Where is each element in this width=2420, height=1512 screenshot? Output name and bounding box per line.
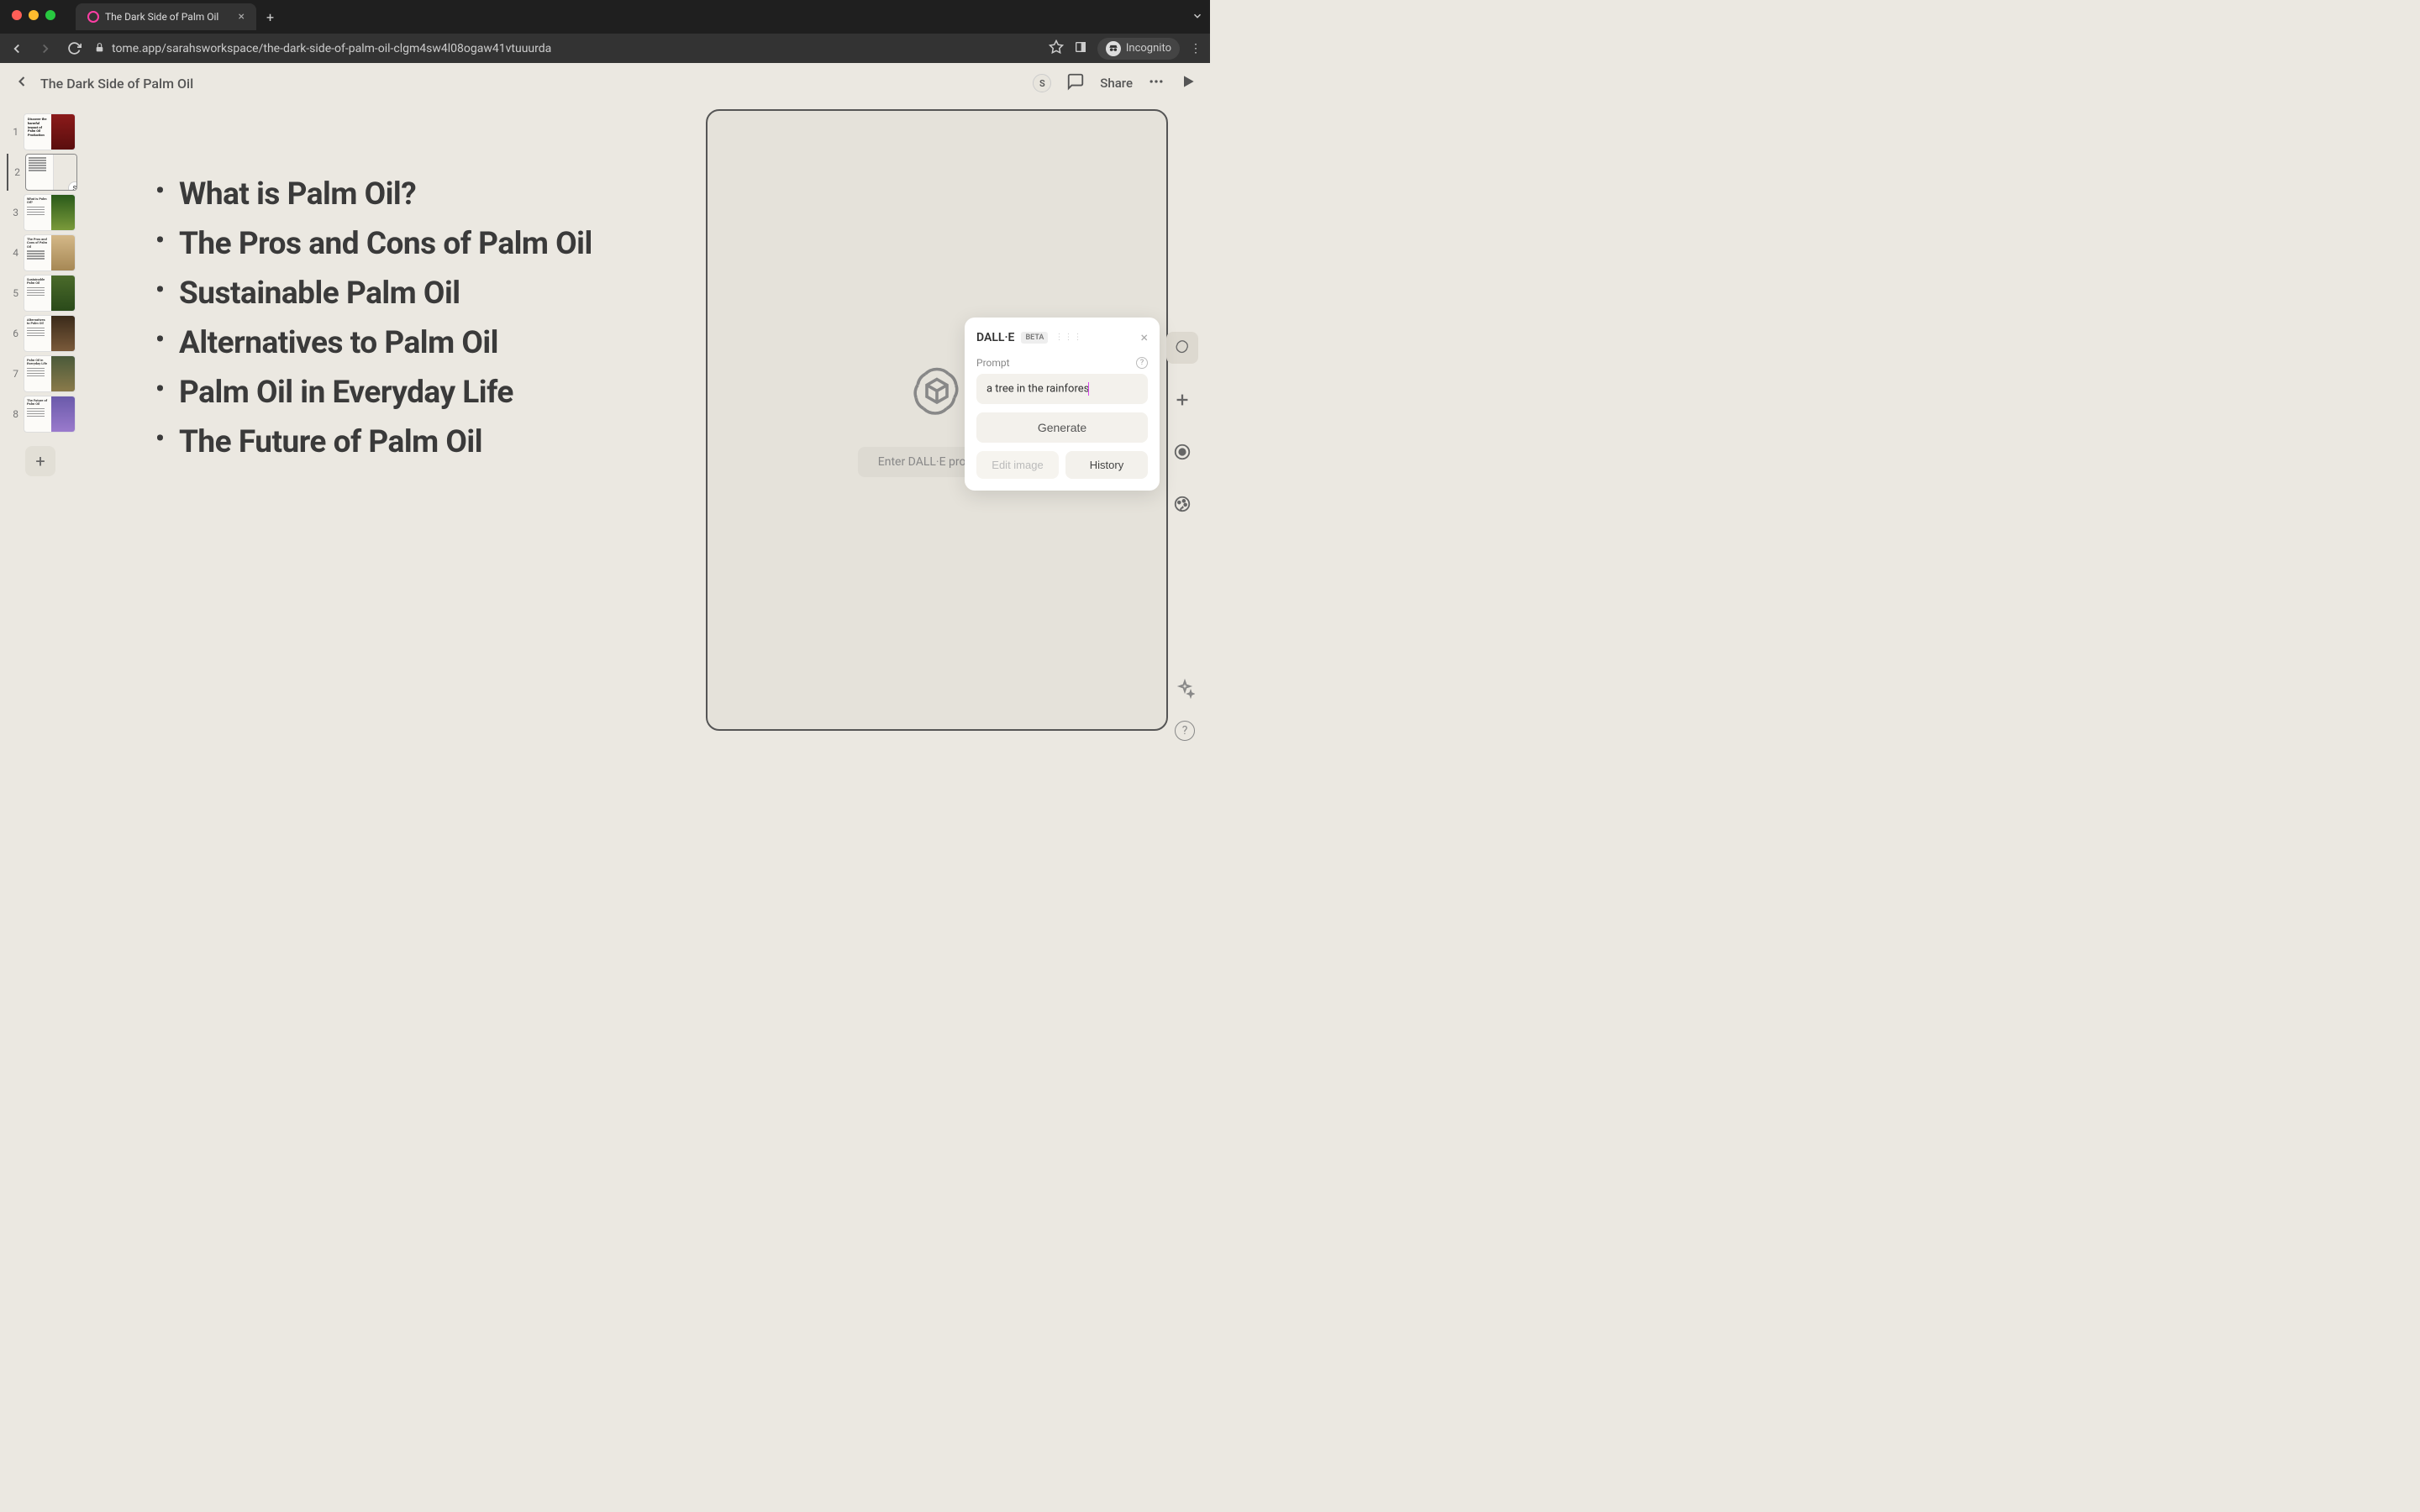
slide-number: 2: [8, 166, 20, 178]
slide-thumbnail[interactable]: 1 Discover the harmful impact of Palm Oi…: [7, 113, 87, 150]
right-toolbar: [1166, 332, 1198, 520]
lock-icon: [94, 42, 105, 55]
slide-thumbnail[interactable]: 6 Alternatives to Palm Oil: [7, 315, 87, 352]
thumbnail-image: [51, 114, 75, 150]
url-text: tome.app/sarahsworkspace/the-dark-side-o…: [112, 42, 551, 55]
thumbnail-image: [51, 195, 75, 230]
help-icon[interactable]: ?: [1136, 357, 1148, 369]
tab-bar: The Dark Side of Palm Oil × +: [0, 0, 1210, 34]
slide-thumbnail[interactable]: 3 What is Palm Oil?: [7, 194, 87, 231]
browser-tab[interactable]: The Dark Side of Palm Oil ×: [76, 3, 256, 30]
prompt-label: Prompt: [976, 357, 1010, 369]
slide-thumbnail[interactable]: 5 Sustainable Palm Oil: [7, 275, 87, 312]
tab-title: The Dark Side of Palm Oil: [105, 11, 218, 23]
bullet-item[interactable]: Alternatives to Palm Oil: [155, 325, 686, 361]
incognito-label: Incognito: [1126, 42, 1171, 55]
slide-number: 6: [7, 328, 18, 339]
slide-number: 1: [7, 126, 18, 138]
reload-icon[interactable]: [66, 40, 82, 57]
thumbnail-image: [51, 356, 75, 391]
edit-image-button: Edit image: [976, 451, 1059, 479]
record-tool-button[interactable]: [1166, 436, 1198, 468]
bullet-item[interactable]: What is Palm Oil?: [155, 176, 686, 213]
nav-back-icon[interactable]: [8, 40, 25, 57]
window-maximize[interactable]: [45, 10, 55, 20]
bullet-item[interactable]: The Pros and Cons of Palm Oil: [155, 226, 686, 262]
close-tab-icon[interactable]: ×: [239, 10, 245, 24]
new-tab-button[interactable]: +: [266, 9, 274, 25]
bullet-item[interactable]: Sustainable Palm Oil: [155, 276, 686, 312]
close-popup-button[interactable]: ×: [1140, 329, 1148, 345]
history-button[interactable]: History: [1065, 451, 1148, 479]
thumbnail-image: [51, 276, 75, 311]
chevron-down-icon[interactable]: [1192, 9, 1203, 25]
slide-number: 8: [7, 408, 18, 420]
app-header: The Dark Side of Palm Oil S Share: [0, 63, 1210, 103]
ai-sparkle-button[interactable]: [1175, 679, 1195, 702]
document-title[interactable]: The Dark Side of Palm Oil: [40, 76, 193, 92]
address-bar[interactable]: tome.app/sarahsworkspace/the-dark-side-o…: [94, 42, 1037, 55]
back-button[interactable]: [13, 73, 30, 93]
theme-tool-button[interactable]: [1166, 488, 1198, 520]
bookmark-icon[interactable]: [1049, 39, 1064, 58]
bullet-list: What is Palm Oil? The Pros and Cons of P…: [155, 176, 686, 460]
bullet-item[interactable]: The Future of Palm Oil: [155, 424, 686, 460]
share-button[interactable]: Share: [1100, 76, 1133, 91]
thumbnail-image: [51, 396, 75, 432]
window-controls: [0, 0, 67, 30]
browser-menu-icon[interactable]: ⋮: [1190, 42, 1202, 55]
dalle-tool-button[interactable]: [1166, 332, 1198, 364]
favicon-icon: [87, 11, 99, 23]
present-button[interactable]: [1180, 73, 1197, 93]
extension-icon[interactable]: [1074, 40, 1087, 57]
collaborator-avatar: S: [68, 181, 77, 191]
slide-thumbnail[interactable]: 2 S: [7, 154, 87, 191]
help-button[interactable]: ?: [1175, 721, 1195, 741]
generate-button[interactable]: Generate: [976, 412, 1148, 443]
drag-handle-icon[interactable]: ⋮⋮⋮: [1055, 333, 1082, 342]
user-avatar[interactable]: S: [1033, 74, 1051, 92]
incognito-icon: [1106, 41, 1121, 56]
nav-bar: tome.app/sarahsworkspace/the-dark-side-o…: [0, 34, 1210, 63]
slide-number: 7: [7, 368, 18, 380]
browser-chrome: The Dark Side of Palm Oil × + tome.app/s…: [0, 0, 1210, 63]
slide-number: 4: [7, 247, 18, 259]
window-close[interactable]: [12, 10, 22, 20]
add-tool-button[interactable]: [1166, 384, 1198, 416]
more-menu-icon[interactable]: [1148, 73, 1165, 93]
window-minimize[interactable]: [29, 10, 39, 20]
thumbnail-image: [51, 235, 75, 270]
slide-thumbnail[interactable]: 4 The Pros and Cons of Palm Oil: [7, 234, 87, 271]
beta-badge: BETA: [1021, 332, 1048, 344]
popup-title: DALL·E: [976, 331, 1014, 344]
bullet-item[interactable]: Palm Oil in Everyday Life: [155, 375, 686, 411]
slide-number: 3: [7, 207, 18, 218]
slide-rail: 1 Discover the harmful impact of Palm Oi…: [7, 113, 87, 476]
openai-logo-icon: [907, 363, 967, 427]
slide-number: 5: [7, 287, 18, 299]
slide-thumbnail[interactable]: 7 Palm Oil in Everyday Life: [7, 355, 87, 392]
text-content-tile[interactable]: What is Palm Oil? The Pros and Cons of P…: [97, 109, 686, 731]
comment-icon[interactable]: [1066, 72, 1085, 94]
prompt-input[interactable]: a tree in the rainfores: [976, 374, 1148, 404]
add-slide-button[interactable]: +: [25, 446, 55, 476]
nav-forward-icon: [37, 40, 54, 57]
thumbnail-image: [51, 316, 75, 351]
dalle-popup: DALL·E BETA ⋮⋮⋮ × Prompt ? a tree in the…: [965, 318, 1160, 491]
slide-thumbnail[interactable]: 8 The Future of Palm Oil: [7, 396, 87, 433]
incognito-badge[interactable]: Incognito: [1097, 38, 1180, 60]
